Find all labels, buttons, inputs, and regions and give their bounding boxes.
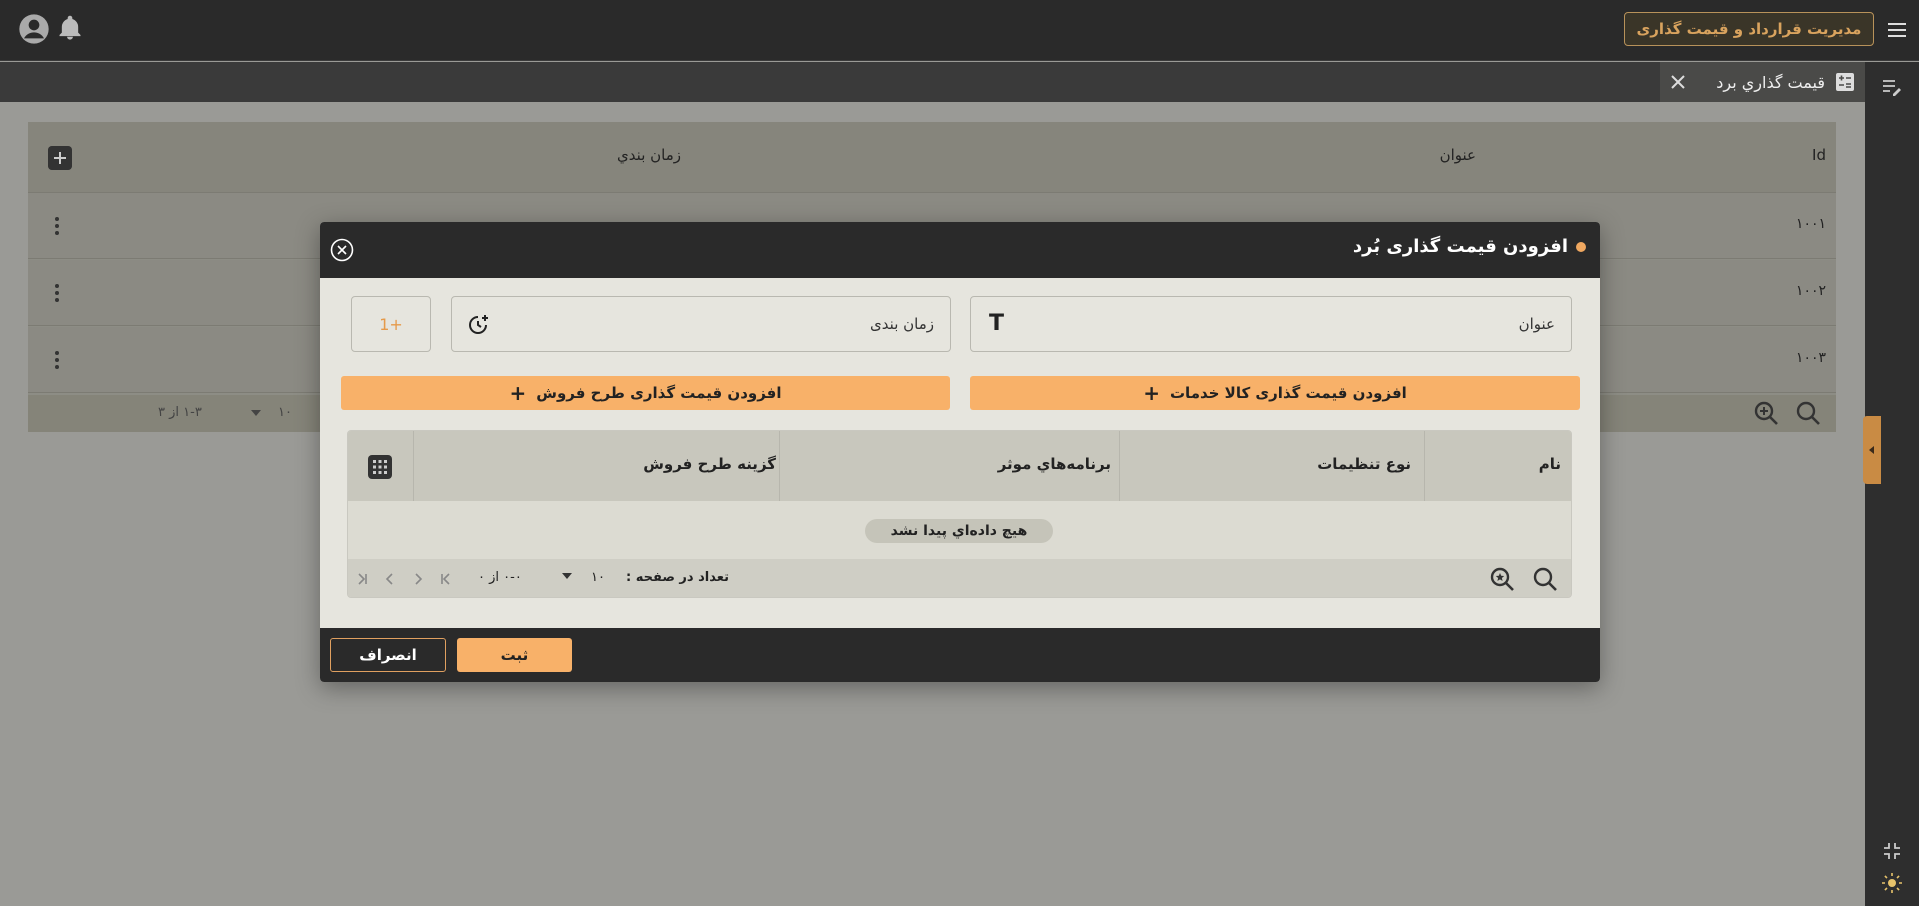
column-title: عنوان — [1439, 146, 1476, 164]
edit-list-icon[interactable] — [1881, 76, 1903, 98]
add-services-label: افزودن قیمت گذاری کالا خدمات — [1169, 384, 1407, 402]
last-page-icon[interactable] — [354, 571, 370, 587]
top-bar: مدیریت قرارداد و قیمت گذاری — [0, 0, 1919, 61]
column-divider — [413, 431, 414, 501]
chevron-left-icon — [1869, 446, 1874, 454]
previous-page-icon[interactable] — [410, 571, 426, 587]
increment-field[interactable]: +1 — [351, 296, 431, 352]
grid-icon[interactable] — [368, 455, 392, 479]
plus-icon: + — [509, 381, 527, 405]
advanced-search-icon[interactable] — [1752, 399, 1780, 427]
submit-button[interactable]: ثبت — [457, 638, 572, 672]
page-size-caret[interactable] — [562, 573, 572, 579]
calculator-icon — [1836, 73, 1854, 91]
close-icon[interactable] — [1670, 74, 1686, 90]
table-header: Id عنوان زمان بندي — [28, 122, 1836, 193]
column-divider — [1424, 431, 1425, 501]
more-vertical-icon[interactable] — [54, 349, 60, 371]
column-schedule: زمان بندي — [617, 146, 681, 164]
clock-add-icon[interactable] — [466, 313, 490, 337]
dialog-title: افزودن قیمت گذاری بُرد — [1353, 236, 1586, 257]
side-panel-handle[interactable] — [1863, 416, 1881, 484]
column-settings-type: نوع تنظیمات — [1317, 455, 1411, 473]
column-divider — [1119, 431, 1120, 501]
page-size-label: تعداد در صفحه : — [626, 570, 729, 585]
cancel-button[interactable]: انصراف — [330, 638, 446, 672]
bell-icon[interactable] — [56, 14, 84, 42]
add-board-pricing-dialog: افزودن قیمت گذاری بُرد عنوان T زمان بندی… — [320, 222, 1600, 682]
pricing-items-table: نام نوع تنظیمات برنامه‌هاي موثر گزینه طر… — [347, 430, 1572, 598]
page-range: ۰-۰ از ۰ — [478, 570, 522, 585]
tab-label: قيمت گذاري برد — [1716, 72, 1825, 92]
add-row-button[interactable] — [48, 146, 72, 170]
add-services-pricing-button[interactable]: افزودن قیمت گذاری کالا خدمات + — [970, 376, 1580, 410]
dialog-footer: ثبت انصراف — [320, 628, 1600, 682]
dialog-title-text: افزودن قیمت گذاری بُرد — [1352, 236, 1568, 257]
tab-board-pricing[interactable]: قيمت گذاري برد — [1660, 62, 1865, 102]
empty-state-message: هیچ داده‌اي پيدا نشد — [865, 519, 1053, 543]
title-dot-icon — [1576, 241, 1586, 252]
search-icon[interactable] — [1794, 399, 1822, 427]
page-size-value[interactable]: ۱۰ — [278, 405, 292, 420]
column-sales-plan-option: گزینه طرح فروش — [643, 455, 776, 473]
column-id: Id — [1812, 146, 1826, 164]
add-sales-plan-pricing-button[interactable]: افزودن قیمت گذاری طرح فروش + — [341, 376, 950, 410]
dialog-header: افزودن قیمت گذاری بُرد — [320, 222, 1600, 278]
column-effective-programs: برنامه‌هاي موثر — [997, 455, 1111, 473]
advanced-search-icon[interactable] — [1488, 565, 1516, 593]
more-vertical-icon[interactable] — [54, 215, 60, 237]
avatar-icon[interactable] — [18, 13, 50, 45]
page-size-value[interactable]: ۱۰ — [591, 570, 605, 585]
table-pagination: تعداد در صفحه : ۱۰ ۰-۰ از ۰ — [348, 559, 1571, 597]
search-icon[interactable] — [1531, 565, 1559, 593]
column-name: نام — [1538, 455, 1561, 473]
increment-label: +1 — [379, 315, 403, 334]
menu-icon[interactable] — [1885, 18, 1909, 42]
schedule-field-label: زمان بندی — [870, 315, 934, 333]
close-circle-icon[interactable] — [330, 238, 354, 262]
sun-icon[interactable] — [1881, 872, 1903, 894]
first-page-icon[interactable] — [438, 571, 454, 587]
text-type-icon: T — [989, 311, 1005, 336]
column-divider — [779, 431, 780, 501]
app-title-button[interactable]: مدیریت قرارداد و قیمت گذاری — [1624, 12, 1874, 46]
title-field-label: عنوان — [1518, 315, 1555, 333]
collapse-icon[interactable] — [1881, 840, 1903, 862]
row-id: ۱۰۰۳ — [1795, 350, 1826, 366]
more-vertical-icon[interactable] — [54, 282, 60, 304]
table-header: نام نوع تنظیمات برنامه‌هاي موثر گزینه طر… — [348, 431, 1571, 501]
row-id: ۱۰۰۲ — [1795, 283, 1826, 299]
row-id: ۱۰۰۱ — [1795, 216, 1826, 232]
page-range: ۱-۳ از ۳ — [158, 405, 202, 420]
add-sales-plan-label: افزودن قیمت گذاری طرح فروش — [536, 384, 782, 402]
plus-icon: + — [1143, 381, 1160, 405]
schedule-field[interactable]: زمان بندی — [451, 296, 951, 352]
tab-strip: قيمت گذاري برد — [0, 62, 1865, 102]
next-page-icon[interactable] — [382, 571, 398, 587]
page-size-caret[interactable] — [251, 410, 261, 416]
title-field[interactable]: عنوان T — [970, 296, 1572, 352]
